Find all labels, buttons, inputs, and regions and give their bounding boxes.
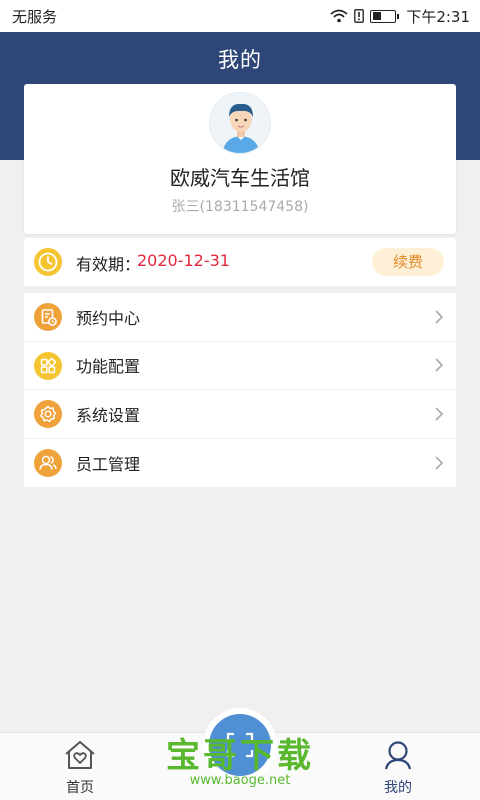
status-bar: 无服务 下午2:31: [0, 0, 480, 32]
menu-list: 预约中心 功能配置 系统设置 员工管理: [24, 293, 456, 487]
home-heart-icon: [65, 741, 95, 769]
menu-item-staff-management[interactable]: 员工管理: [24, 439, 456, 488]
tab-home[interactable]: 首页: [50, 739, 110, 797]
tab-home-label: 首页: [66, 780, 94, 796]
page-title: 我的: [218, 48, 262, 72]
scan-button[interactable]: [203, 708, 277, 782]
tab-mine-label: 我的: [384, 780, 412, 796]
menu-item-label: 系统设置: [76, 405, 141, 425]
profile-card[interactable]: 欧威汽车生活馆 张三(18311547458): [24, 84, 456, 234]
wifi-icon: [330, 9, 348, 23]
battery-icon: [370, 9, 400, 23]
menu-item-label: 预约中心: [76, 308, 141, 328]
status-icons: 下午2:31: [330, 6, 470, 27]
shop-name: 欧威汽车生活馆: [170, 166, 310, 190]
renew-button[interactable]: 续费: [372, 248, 444, 276]
user-icon: [384, 741, 412, 770]
gear-icon: [34, 400, 62, 428]
avatar[interactable]: [209, 92, 271, 154]
menu-item-appointment-center[interactable]: 预约中心: [24, 293, 456, 342]
calendar-note-icon: [34, 303, 62, 331]
grid-config-icon: [34, 351, 62, 380]
user-avatar-icon: [222, 103, 260, 153]
chevron-right-icon: [435, 358, 444, 372]
status-time: 下午2:31: [406, 7, 470, 26]
menu-item-label: 功能配置: [76, 357, 141, 377]
clock-icon: [34, 248, 62, 276]
chevron-right-icon: [435, 456, 444, 470]
carrier-text: 无服务: [12, 7, 58, 26]
chevron-right-icon: [435, 407, 444, 421]
tab-mine[interactable]: 我的: [368, 739, 428, 797]
menu-item-function-config[interactable]: 功能配置: [24, 342, 456, 390]
alert-icon: [354, 9, 365, 23]
menu-item-system-settings[interactable]: 系统设置: [24, 390, 456, 439]
validity-card: 有效期： 2020-12-31 续费: [24, 238, 456, 286]
people-icon: [34, 448, 62, 477]
scan-icon: [209, 714, 271, 776]
validity-label: 有效期：: [76, 255, 141, 274]
owner-phone: 张三(18311547458): [171, 199, 309, 215]
chevron-right-icon: [435, 310, 444, 324]
menu-item-label: 员工管理: [76, 454, 141, 474]
validity-date: 2020-12-31: [137, 251, 230, 270]
